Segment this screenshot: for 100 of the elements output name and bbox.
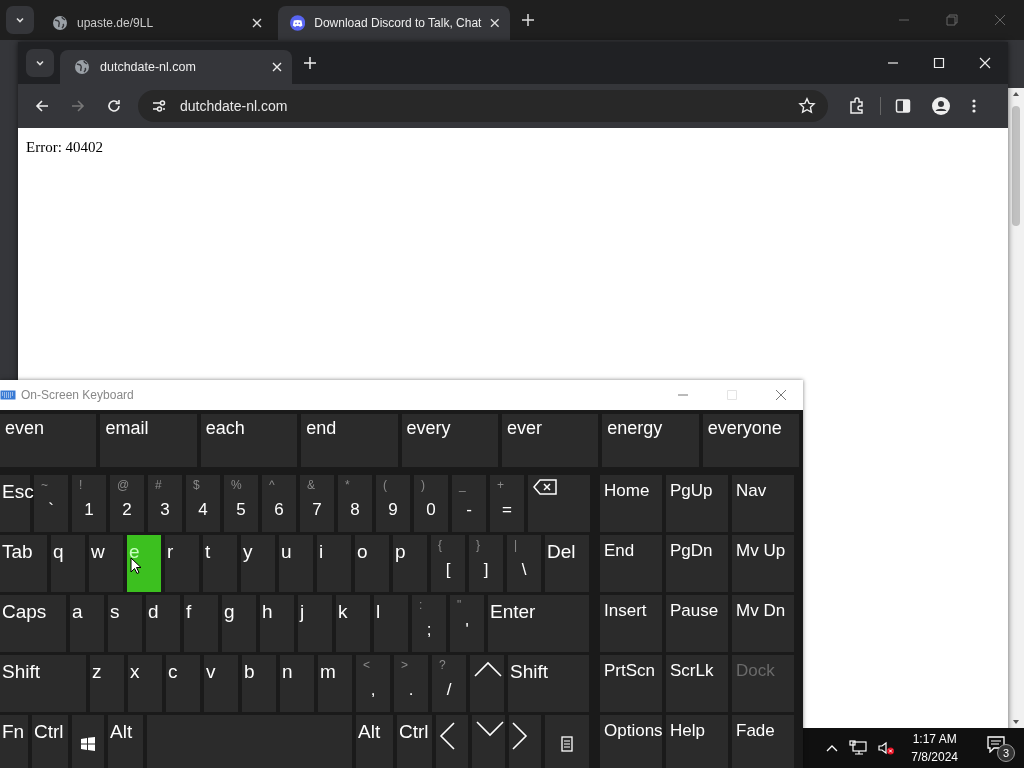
key[interactable]: # 3 xyxy=(148,475,182,532)
key[interactable]: Shift xyxy=(0,655,86,712)
key[interactable]: a xyxy=(70,595,104,652)
word-suggestion[interactable]: even xyxy=(0,414,97,467)
key[interactable]: g xyxy=(222,595,256,652)
key[interactable]: Mv Dn xyxy=(732,595,794,652)
key[interactable]: Del xyxy=(545,535,589,592)
key[interactable]: h xyxy=(260,595,294,652)
key[interactable]: : ; xyxy=(412,595,446,652)
key[interactable]: q xyxy=(51,535,85,592)
word-suggestion[interactable]: everyone xyxy=(702,414,799,467)
key[interactable]: Ctrl xyxy=(32,715,68,768)
profile-icon[interactable] xyxy=(931,96,951,116)
key[interactable]: u xyxy=(279,535,313,592)
key[interactable]: Options xyxy=(600,715,662,768)
key[interactable]: _ - xyxy=(452,475,486,532)
key[interactable]: y xyxy=(241,535,275,592)
key[interactable]: PgDn xyxy=(666,535,728,592)
new-tab-icon[interactable] xyxy=(522,14,534,26)
backspace-key[interactable] xyxy=(528,475,590,532)
key[interactable]: m xyxy=(318,655,352,712)
back-icon[interactable] xyxy=(34,98,50,114)
speaker-icon[interactable] xyxy=(877,740,896,756)
word-suggestion[interactable]: ever xyxy=(501,414,599,467)
key[interactable]: * 8 xyxy=(338,475,372,532)
up-arrow-key[interactable] xyxy=(470,655,504,712)
site-settings-icon[interactable] xyxy=(150,97,168,115)
star-icon[interactable] xyxy=(798,97,816,115)
key[interactable]: < , xyxy=(356,655,390,712)
key[interactable]: w xyxy=(89,535,123,592)
word-suggestion[interactable]: each xyxy=(200,414,298,467)
clock-date[interactable]: 7/8/2024 xyxy=(911,748,958,766)
key[interactable]: > . xyxy=(394,655,428,712)
key[interactable]: c xyxy=(166,655,200,712)
clock-time[interactable]: 1:17 AM xyxy=(912,730,957,748)
chevron-up-icon[interactable] xyxy=(825,743,840,753)
windows-key[interactable] xyxy=(72,715,104,768)
key[interactable]: r xyxy=(165,535,199,592)
scrollbar[interactable] xyxy=(1008,88,1024,728)
browser-tab[interactable]: Download Discord to Talk, Chat xyxy=(278,6,510,40)
key[interactable]: } ] xyxy=(469,535,503,592)
key[interactable]: @ 2 xyxy=(110,475,144,532)
side-panel-icon[interactable] xyxy=(895,98,911,114)
word-suggestion[interactable]: email xyxy=(100,414,197,467)
word-suggestion[interactable]: energy xyxy=(602,414,699,467)
key[interactable]: Alt xyxy=(108,715,143,768)
menu-key[interactable] xyxy=(545,715,589,768)
key[interactable]: k xyxy=(336,595,370,652)
key[interactable]: PgUp xyxy=(666,475,728,532)
key[interactable]: Fn xyxy=(0,715,28,768)
right-arrow-key[interactable] xyxy=(509,715,541,768)
key[interactable]: " ' xyxy=(450,595,484,652)
key[interactable]: $ 4 xyxy=(186,475,220,532)
key[interactable]: Home xyxy=(600,475,662,532)
key[interactable]: ~ ` xyxy=(34,475,68,532)
key[interactable]: & 7 xyxy=(300,475,334,532)
key[interactable]: | \ xyxy=(507,535,541,592)
key[interactable]: Insert xyxy=(600,595,662,652)
key[interactable]: Tab xyxy=(0,535,47,592)
new-tab-icon[interactable] xyxy=(304,57,316,69)
key[interactable]: PrtScn xyxy=(600,655,662,712)
word-suggestion[interactable]: every xyxy=(401,414,498,467)
word-suggestion[interactable]: end xyxy=(301,414,398,467)
key[interactable]: Alt xyxy=(356,715,393,768)
key[interactable]: f xyxy=(184,595,218,652)
key[interactable]: s xyxy=(108,595,142,652)
key[interactable]: Ctrl xyxy=(397,715,432,768)
key[interactable]: Fade xyxy=(732,715,794,768)
address-bar[interactable]: dutchdate-nl.com xyxy=(138,90,828,122)
puzzle-icon[interactable] xyxy=(848,97,866,115)
key[interactable]: t xyxy=(203,535,237,592)
key[interactable]: b xyxy=(242,655,276,712)
key[interactable]: Shift xyxy=(508,655,589,712)
key[interactable]: n xyxy=(280,655,314,712)
key[interactable]: j xyxy=(298,595,332,652)
key[interactable]: End xyxy=(600,535,662,592)
key[interactable]: x xyxy=(128,655,162,712)
key[interactable]: Nav xyxy=(732,475,794,532)
maximize-icon[interactable] xyxy=(933,57,945,69)
browser-tab[interactable]: dutchdate-nl.com xyxy=(60,50,292,84)
key[interactable]: Pause xyxy=(666,595,728,652)
key[interactable]: Enter xyxy=(488,595,589,652)
key[interactable]: { [ xyxy=(431,535,465,592)
key[interactable]: z xyxy=(90,655,124,712)
key[interactable]: ScrLk xyxy=(666,655,728,712)
key[interactable]: % 5 xyxy=(224,475,258,532)
browser-tab[interactable]: upaste.de/9LL xyxy=(40,6,272,40)
key[interactable]: Help xyxy=(666,715,728,768)
key[interactable]: ( 9 xyxy=(376,475,410,532)
key[interactable]: ? / xyxy=(432,655,466,712)
key[interactable]: d xyxy=(146,595,180,652)
key[interactable]: ^ 6 xyxy=(262,475,296,532)
key[interactable]: Caps xyxy=(0,595,66,652)
key[interactable]: l xyxy=(374,595,408,652)
menu-icon[interactable] xyxy=(971,98,977,114)
key[interactable]: i xyxy=(317,535,351,592)
left-arrow-key[interactable] xyxy=(436,715,468,768)
network-icon[interactable] xyxy=(849,740,868,756)
key[interactable]: ) 0 xyxy=(414,475,448,532)
key[interactable]: Mv Up xyxy=(732,535,794,592)
